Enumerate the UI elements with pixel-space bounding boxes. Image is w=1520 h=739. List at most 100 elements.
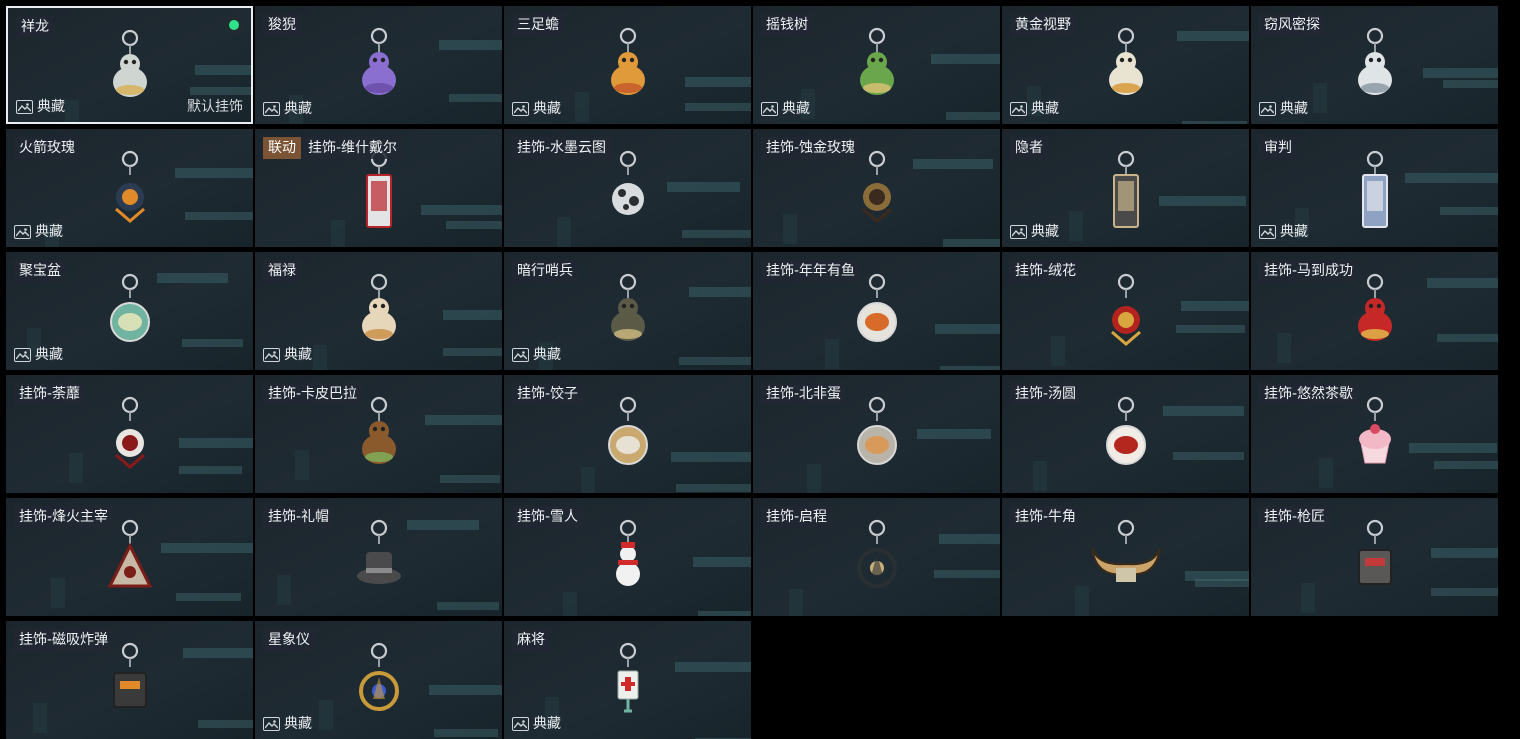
charm-tags: 福禄 bbox=[263, 260, 301, 282]
charm-tags: 挂饰-马到成功 bbox=[1259, 260, 1359, 282]
charm-card[interactable]: 挂饰-悠然茶歇 bbox=[1251, 375, 1498, 493]
charm-tags: 挂饰-饺子 bbox=[512, 383, 584, 405]
collection-icon bbox=[263, 102, 280, 116]
collection-icon bbox=[1259, 225, 1276, 239]
sentinel-charm-icon bbox=[588, 272, 668, 360]
charm-tags: 挂饰-荼蘼 bbox=[14, 383, 86, 405]
collection-label: 典藏 bbox=[284, 347, 312, 363]
charm-card[interactable]: 挂饰-礼帽 bbox=[255, 498, 502, 616]
collection-label: 典藏 bbox=[1031, 224, 1059, 240]
collection-icon bbox=[512, 348, 529, 362]
charm-card[interactable]: 挂饰-雪人 bbox=[504, 498, 751, 616]
collection-icon bbox=[263, 348, 280, 362]
collection-icon bbox=[263, 717, 280, 731]
charm-tags: 挂饰-礼帽 bbox=[263, 506, 335, 528]
charm-name: 挂饰-礼帽 bbox=[263, 506, 335, 528]
charm-card[interactable]: 隐者典藏 bbox=[1002, 129, 1249, 247]
charm-card[interactable]: 三足蟾 典藏 bbox=[504, 6, 751, 124]
charm-card[interactable]: 摇钱树 典藏 bbox=[753, 6, 1000, 124]
collection-badge: 典藏 bbox=[761, 100, 810, 118]
charm-card[interactable]: 挂饰-年年有鱼 bbox=[753, 252, 1000, 370]
gold-rose-charm-icon bbox=[837, 149, 917, 237]
spy-charm-icon bbox=[1335, 26, 1415, 114]
charm-tags: 祥龙 bbox=[16, 16, 54, 38]
collection-badge: 典藏 bbox=[263, 715, 312, 733]
compass-medal-charm-icon bbox=[837, 518, 917, 606]
collection-badge: 典藏 bbox=[263, 100, 312, 118]
charm-tags: 挂饰-雪人 bbox=[512, 506, 584, 528]
charm-card[interactable]: 挂饰-荼蘼 bbox=[6, 375, 253, 493]
charm-name: 挂饰-悠然茶歇 bbox=[1259, 383, 1359, 405]
charm-card[interactable]: 挂饰-水墨云图 bbox=[504, 129, 751, 247]
charm-name: 挂饰-蚀金玫瑰 bbox=[761, 137, 861, 159]
charm-card[interactable]: 挂饰-牛角 bbox=[1002, 498, 1249, 616]
collection-icon bbox=[1259, 102, 1276, 116]
dumpling-plate-charm-icon bbox=[588, 395, 668, 483]
charm-name: 挂饰-烽火主宰 bbox=[14, 506, 114, 528]
charm-card[interactable]: 挂饰-磁吸炸弹 bbox=[6, 621, 253, 739]
shakshuka-charm-icon bbox=[837, 395, 917, 483]
collection-icon bbox=[512, 717, 529, 731]
charm-tags: 挂饰-枪匠 bbox=[1259, 506, 1331, 528]
charm-card[interactable]: 挂饰-烽火主宰 bbox=[6, 498, 253, 616]
charm-tags: 挂饰-北非蛋 bbox=[761, 383, 847, 405]
charm-name: 暗行哨兵 bbox=[512, 260, 578, 282]
collection-label: 典藏 bbox=[782, 101, 810, 117]
charm-card[interactable]: 星象仪典藏 bbox=[255, 621, 502, 739]
collection-label: 典藏 bbox=[284, 716, 312, 732]
treasure-bowl-charm-icon bbox=[90, 272, 170, 360]
collection-label: 典藏 bbox=[284, 101, 312, 117]
collection-badge: 典藏 bbox=[14, 346, 63, 364]
charm-card[interactable]: 挂饰-启程 bbox=[753, 498, 1000, 616]
charm-tags: 挂饰-年年有鱼 bbox=[761, 260, 861, 282]
charm-name: 挂饰-马到成功 bbox=[1259, 260, 1359, 282]
charm-card[interactable]: 挂饰-汤圆 bbox=[1002, 375, 1249, 493]
charm-card[interactable]: 福禄典藏 bbox=[255, 252, 502, 370]
charm-card[interactable]: 麻将 典藏 bbox=[504, 621, 751, 739]
collection-icon bbox=[761, 102, 778, 116]
collection-icon bbox=[16, 100, 33, 114]
charm-card[interactable]: 火箭玫瑰 典藏 bbox=[6, 129, 253, 247]
charm-name: 挂饰-汤圆 bbox=[1010, 383, 1082, 405]
charm-tags: 联动 挂饰-维什戴尔 bbox=[263, 137, 403, 159]
charm-card[interactable]: 窃风密探 典藏 bbox=[1251, 6, 1498, 124]
cupcake-charm-icon bbox=[1335, 395, 1415, 483]
charm-tags: 挂饰-牛角 bbox=[1010, 506, 1082, 528]
charm-card[interactable]: 挂饰-马到成功 bbox=[1251, 252, 1498, 370]
charm-card[interactable]: 挂饰-蚀金玫瑰 bbox=[753, 129, 1000, 247]
charm-card[interactable]: 挂饰-绒花 bbox=[1002, 252, 1249, 370]
charm-tags: 窃风密探 bbox=[1259, 14, 1325, 36]
collection-icon bbox=[512, 102, 529, 116]
charm-card[interactable]: 狻猊 典藏 bbox=[255, 6, 502, 124]
collection-badge: 典藏 bbox=[512, 100, 561, 118]
charm-card[interactable]: 审判 典藏 bbox=[1251, 129, 1498, 247]
charm-name: 挂饰-年年有鱼 bbox=[761, 260, 861, 282]
charm-tags: 挂饰-卡皮巴拉 bbox=[263, 383, 363, 405]
roses-charm-icon bbox=[90, 395, 170, 483]
charm-card[interactable]: 黄金视野 典藏 bbox=[1002, 6, 1249, 124]
charm-tags: 挂饰-悠然茶歇 bbox=[1259, 383, 1359, 405]
charm-tags: 星象仪 bbox=[263, 629, 315, 651]
collection-label: 典藏 bbox=[533, 101, 561, 117]
charm-tags: 挂饰-蚀金玫瑰 bbox=[761, 137, 861, 159]
charm-card[interactable]: 祥龙 典藏 默认挂饰 bbox=[6, 6, 253, 124]
charm-tags: 挂饰-烽火主宰 bbox=[14, 506, 114, 528]
charm-card[interactable]: 挂饰-饺子 bbox=[504, 375, 751, 493]
top-hat-charm-icon bbox=[339, 518, 419, 606]
equipped-indicator-icon bbox=[225, 16, 243, 34]
charm-tags: 隐者 bbox=[1010, 137, 1048, 159]
golden-cat-charm-icon bbox=[1086, 26, 1166, 114]
rocket-rose-charm-icon bbox=[90, 149, 170, 237]
charm-card[interactable]: 挂饰-北非蛋 bbox=[753, 375, 1000, 493]
charm-card[interactable]: 聚宝盆 典藏 bbox=[6, 252, 253, 370]
charm-name: 挂饰-饺子 bbox=[512, 383, 584, 405]
charm-tags: 审判 bbox=[1259, 137, 1297, 159]
charm-card[interactable]: 挂饰-枪匠 bbox=[1251, 498, 1498, 616]
charm-name: 挂饰-绒花 bbox=[1010, 260, 1082, 282]
charm-card[interactable]: 挂饰-卡皮巴拉 bbox=[255, 375, 502, 493]
charm-card[interactable]: 联动 挂饰-维什戴尔 bbox=[255, 129, 502, 247]
charm-name: 挂饰-卡皮巴拉 bbox=[263, 383, 363, 405]
charm-card[interactable]: 暗行哨兵 典藏 bbox=[504, 252, 751, 370]
tangyuan-bowl-charm-icon bbox=[1086, 395, 1166, 483]
charm-name: 挂饰-枪匠 bbox=[1259, 506, 1331, 528]
